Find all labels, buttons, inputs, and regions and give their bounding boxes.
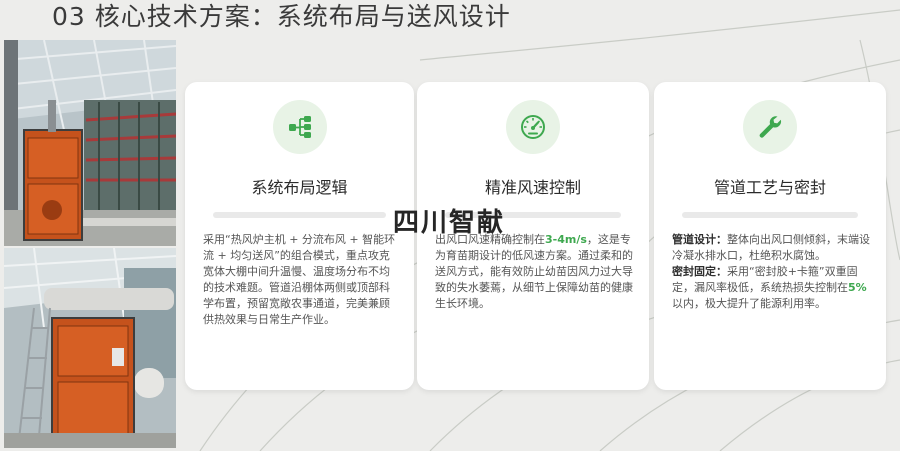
icon-badge (272, 100, 327, 154)
card-title: 精准风速控制 (484, 178, 581, 197)
card-body: 采用“热风炉主机 + 分流布风 + 智能环流 + 均匀送风”的组合模式，重点攻克… (203, 233, 396, 326)
icon-badge (506, 100, 560, 154)
card-pipe-sealing: 管道工艺与密封 管道设计：整体向出风口侧倾斜，末端设冷凝水排水口，杜绝积水腐蚀。… (654, 82, 886, 390)
page-title: 03 核心技术方案：系统布局与送风设计 (52, 2, 511, 31)
body-text: 以内，极大提升了能源利用率。 (672, 297, 826, 310)
card-title: 管道工艺与密封 (713, 178, 826, 197)
card-body: 管道设计：整体向出风口侧倾斜，末端设冷凝水排水口，杜绝积水腐蚀。 密封固定：采用“… (672, 232, 872, 312)
watermark-text: 四川智献 (393, 208, 506, 238)
card-divider (213, 212, 386, 218)
card-divider (682, 212, 858, 218)
gauge-icon (521, 115, 545, 139)
card-body: 出风口风速精确控制在3-4m/s，这是专为育苗期设计的低风速方案。通过柔和的送风… (435, 232, 635, 312)
pipe-design-label: 管道设计： (672, 233, 727, 246)
card-title: 系统布局逻辑 (251, 178, 348, 197)
hierarchy-icon (288, 116, 311, 138)
greenhouse-furnace-photo-bottom (4, 248, 176, 448)
airspeed-highlight: 3-4m/s (545, 233, 587, 246)
greenhouse-furnace-photo-top (4, 40, 176, 246)
seal-fixing-label: 密封固定： (672, 265, 727, 278)
heat-loss-highlight: 5% (848, 281, 867, 294)
card-system-layout: 系统布局逻辑 采用“热风炉主机 + 分流布风 + 智能环流 + 均匀送风”的组合… (185, 82, 414, 390)
icon-badge (743, 100, 797, 154)
wrench-icon (759, 116, 782, 138)
